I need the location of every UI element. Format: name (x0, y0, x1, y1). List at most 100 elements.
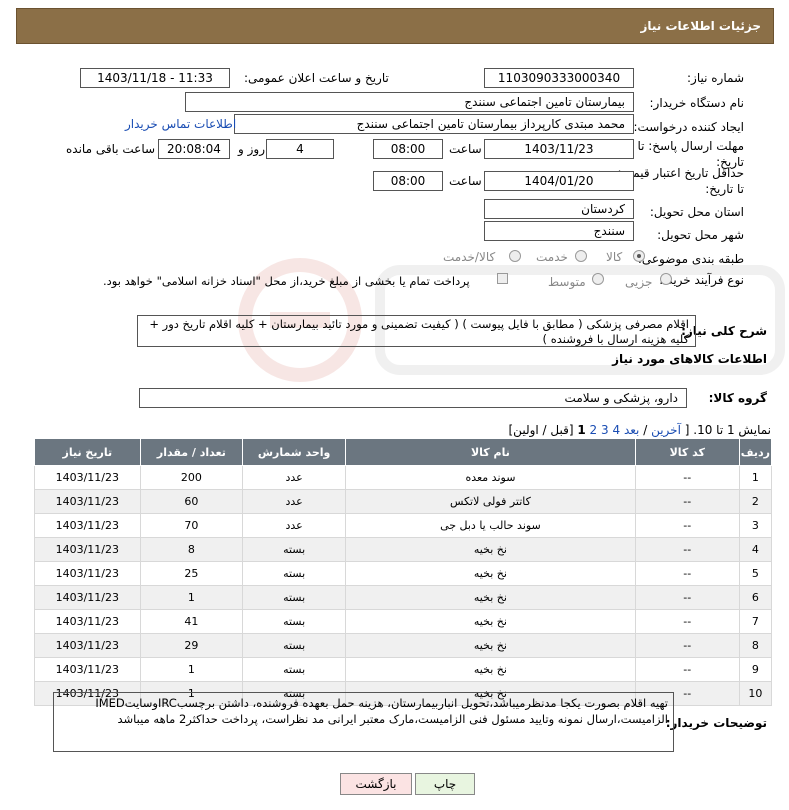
table-row: 4 -- نخ بخیه بسته 8 1403/11/23 (34, 537, 773, 562)
announce-field: 1403/11/18 - 11:33 (80, 68, 230, 88)
cell-date: 1403/11/23 (34, 537, 141, 562)
pagination-suffix: [قبل / اولین] (508, 423, 574, 437)
cell-name: نخ بخیه (345, 633, 636, 658)
table-header-row: ردیف کد کالا نام کالا واحد شمارش تعداد /… (34, 438, 773, 466)
cell-code: -- (634, 489, 740, 514)
cell-row: 7 (738, 609, 773, 634)
cell-unit: عدد (242, 465, 347, 490)
col-quantity: تعداد / مقدار (139, 438, 244, 466)
table-row: 7 -- نخ بخیه بسته 41 1403/11/23 (34, 609, 773, 634)
remaining-label: ساعت باقی مانده (66, 142, 156, 156)
cell-date: 1403/11/23 (34, 585, 141, 610)
cell-date: 1403/11/23 (34, 633, 141, 658)
buyer-contact-link[interactable]: اطلاعات تماس خریدار (125, 117, 236, 131)
buyer-org-label: نام دستگاه خریدار: (649, 96, 745, 110)
process-radio-minor[interactable] (660, 273, 672, 285)
page-title: جزئیات اطلاعات نیاز (640, 19, 761, 33)
cell-name: سوند معده (345, 465, 636, 490)
cell-name: نخ بخیه (345, 657, 636, 682)
category-label: طبقه بندی موضوعی: (637, 252, 744, 266)
validity-time-label: ساعت (449, 174, 482, 188)
treasury-payment-note: پرداخت تمام یا بخشی از مبلغ خرید،از محل … (103, 274, 470, 288)
category-radio-goods[interactable] (633, 250, 645, 262)
cell-quantity: 200 (139, 465, 244, 490)
category-option-service: خدمت (536, 250, 568, 264)
cell-name: نخ بخیه (345, 537, 636, 562)
cell-row: 4 (738, 537, 773, 562)
cell-unit: بسته (242, 537, 347, 562)
page-header: جزئیات اطلاعات نیاز (16, 8, 774, 44)
cell-unit: بسته (242, 585, 347, 610)
cell-quantity: 8 (139, 537, 244, 562)
cell-code: -- (634, 513, 740, 538)
cell-quantity: 29 (139, 633, 244, 658)
city-label: شهر محل تحویل: (657, 228, 744, 242)
back-button[interactable]: بازگشت (340, 773, 412, 795)
cell-code: -- (634, 657, 740, 682)
need-number-field: 1103090333000340 (484, 68, 634, 88)
cell-quantity: 70 (139, 513, 244, 538)
cell-code: -- (634, 609, 740, 634)
description-field: اقلام مصرفی پزشکی ( مطابق با فایل پیوست … (137, 315, 696, 347)
cell-quantity: 41 (139, 609, 244, 634)
validity-time-field: 08:00 (373, 171, 443, 191)
pagination-page-2[interactable]: 2 (590, 423, 598, 437)
deadline-time-label: ساعت (449, 142, 482, 156)
process-option-medium: متوسط (548, 275, 586, 289)
cell-date: 1403/11/23 (34, 513, 141, 538)
cell-quantity: 1 (139, 657, 244, 682)
cell-quantity: 25 (139, 561, 244, 586)
table-row: 6 -- نخ بخیه بسته 1 1403/11/23 (34, 585, 773, 610)
pagination: نمایش 1 تا 10. [ آخرین / بعد 4 3 2 1 [قب… (508, 423, 772, 437)
pagination-next[interactable]: بعد (624, 423, 639, 437)
table-row: 5 -- نخ بخیه بسته 25 1403/11/23 (34, 561, 773, 586)
cell-unit: عدد (242, 513, 347, 538)
treasury-payment-checkbox[interactable] (497, 273, 508, 284)
creator-label: ایجاد کننده درخواست: (633, 120, 744, 134)
category-radio-both[interactable] (509, 250, 521, 262)
cell-quantity: 1 (139, 585, 244, 610)
cell-row: 6 (738, 585, 773, 610)
goods-group-label: گروه کالا: (708, 391, 767, 405)
cell-unit: بسته (242, 609, 347, 634)
print-button[interactable]: چاپ (415, 773, 475, 795)
cell-code: -- (634, 561, 740, 586)
pagination-page-4[interactable]: 4 (612, 423, 620, 437)
col-name: نام کالا (345, 438, 636, 466)
cell-row: 3 (738, 513, 773, 538)
deadline-date-field: 1403/11/23 (484, 139, 634, 159)
cell-date: 1403/11/23 (34, 561, 141, 586)
cell-unit: بسته (242, 633, 347, 658)
cell-row: 5 (738, 561, 773, 586)
pagination-page-3[interactable]: 3 (601, 423, 609, 437)
cell-code: -- (634, 585, 740, 610)
pagination-current: 1 (577, 423, 586, 437)
creator-field: محمد مبتدی کارپرداز بیمارستان تامین اجتم… (234, 114, 634, 134)
cell-quantity: 60 (139, 489, 244, 514)
buyer-notes-field: تهیه اقلام بصورت یکجا مدنظرمیباشد،تحویل … (53, 692, 674, 752)
pagination-prefix: نمایش 1 تا 10. [ (684, 423, 771, 437)
cell-name: سوند حالب یا دبل جی (345, 513, 636, 538)
cell-row: 2 (738, 489, 773, 514)
goods-section-title: اطلاعات کالاهای مورد نیاز (612, 352, 767, 366)
deadline-time-field: 08:00 (373, 139, 443, 159)
table-row: 9 -- نخ بخیه بسته 1 1403/11/23 (34, 657, 773, 682)
table-row: 8 -- نخ بخیه بسته 29 1403/11/23 (34, 633, 773, 658)
col-unit: واحد شمارش (242, 438, 347, 466)
pagination-last[interactable]: آخرین (651, 423, 681, 437)
buyer-notes-label: توضیحات خریدار: (665, 716, 767, 730)
category-option-both: کالا/خدمت (443, 250, 496, 264)
need-number-label: شماره نیاز: (687, 71, 744, 85)
buyer-org-field: بیمارستان تامین اجتماعی سنندج (185, 92, 634, 112)
cell-name: نخ بخیه (345, 585, 636, 610)
col-date: تاریخ نیاز (34, 438, 141, 466)
col-row: ردیف (738, 438, 773, 466)
cell-row: 10 (738, 681, 773, 706)
city-field: سنندج (484, 221, 634, 241)
cell-code: -- (634, 537, 740, 562)
category-radio-service[interactable] (575, 250, 587, 262)
process-radio-medium[interactable] (592, 273, 604, 285)
cell-date: 1403/11/23 (34, 657, 141, 682)
cell-row: 9 (738, 657, 773, 682)
cell-unit: بسته (242, 561, 347, 586)
